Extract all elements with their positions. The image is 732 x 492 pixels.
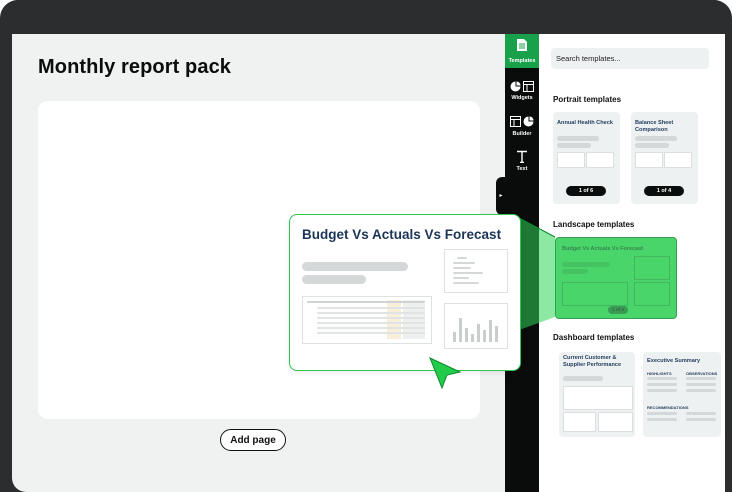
thumb-panel [586,152,614,168]
column [453,332,456,342]
placeholder-bar [647,418,677,421]
page-count-badge: 1 of 6 [566,186,606,196]
placeholder-bar [686,383,716,386]
table-icon [523,81,534,92]
preview-column-chart [444,303,508,349]
rail-label-text: Text [516,166,528,172]
placeholder-bar [302,275,366,284]
template-card-annual-health-check[interactable]: Annual Health Check 1 of 6 [553,112,620,204]
bar [457,257,467,259]
chevron-right-icon: ▸ [499,193,503,199]
column [495,326,498,342]
thumb-panel [635,152,663,168]
card-title: Current Customer & Supplier Performance [563,355,622,368]
column [477,324,480,342]
thumb-table [562,282,628,306]
placeholder-bar [686,389,716,392]
section-title-portrait: Portrait templates [553,95,622,104]
rail-item-widgets[interactable]: Widgets [505,79,539,113]
thumb-panel [557,152,585,168]
column [465,328,468,342]
placeholder-bar [647,377,677,380]
rail-label-templates: Templates [508,58,536,64]
section-title-dashboard: Dashboard templates [553,333,635,342]
column [459,318,462,342]
table-line [317,312,425,314]
page-count-badge: 1 of 3 [608,306,628,314]
top-bar [12,0,720,34]
section-label-recommendations: RECOMMENDATIONS [647,405,689,410]
thumb-panel [563,412,596,432]
placeholder-bar [647,389,677,392]
template-card-executive-summary[interactable]: Executive Summary HIGHLIGHTS OBSERVATION… [643,352,721,437]
placeholder-bar [557,136,599,141]
template-card-budget-vs-actuals-highlighted[interactable]: Budget Vs Actuals Vs Forecast 1 of 3 [555,237,677,319]
placeholder-bar [686,418,716,421]
thumb-table [563,386,633,410]
card-title: Balance Sheet Comparison [635,120,674,133]
table-line [307,301,425,303]
app-window: Monthly report pack Add page ▸ Templates… [0,0,732,492]
section-title-landscape: Landscape templates [553,220,635,229]
placeholder-bar [562,262,610,267]
page-count-badge: 1 of 4 [644,186,684,196]
pointer-cursor-icon [429,357,462,390]
text-icon [517,150,527,163]
table-line [317,317,425,319]
search-templates-input[interactable]: Search templates... [551,48,709,69]
template-card-customer-supplier-performance[interactable]: Current Customer & Supplier Performance [559,352,635,437]
table-line [317,322,425,324]
thumb-panel [598,412,633,432]
add-page-button[interactable]: Add page [220,429,286,451]
bar [453,277,469,279]
column [471,334,474,342]
rail-item-templates[interactable]: Templates [505,34,539,68]
rail-label-builder: Builder [512,131,532,137]
template-card-balance-sheet-comparison[interactable]: Balance Sheet Comparison 1 of 4 [631,112,698,204]
table-icon [510,116,521,127]
placeholder-bar [302,262,408,271]
bar [453,267,471,269]
placeholder-bar [562,269,588,274]
card-title: Budget Vs Actuals Vs Forecast [562,246,644,252]
page-title: Monthly report pack [38,56,232,78]
placeholder-bar [563,376,603,381]
placeholder-bar [686,377,716,380]
template-preview-popup: Budget Vs Actuals Vs Forecast [289,214,521,371]
rail-label-widgets: Widgets [511,95,533,101]
table-line [317,307,425,309]
column [483,330,486,342]
card-title: Annual Health Check [557,120,613,126]
document-icon [517,39,527,51]
placeholder-bar [647,412,677,415]
pie-chart-icon [510,81,521,92]
preview-table [302,296,432,344]
table-line [317,327,425,329]
section-label-observations: OBSERVATIONS [686,371,718,376]
placeholder-bar [557,143,591,148]
placeholder-bar [647,383,677,386]
section-label-highlights: HIGHLIGHTS [647,371,672,376]
rail-item-text[interactable]: Text [505,148,539,182]
column [489,320,492,342]
preview-title: Budget Vs Actuals Vs Forecast [302,227,502,242]
thumb-chart [634,282,670,306]
placeholder-bar [686,412,716,415]
bar [453,262,475,264]
placeholder-bar [635,143,669,148]
bar [453,272,483,274]
placeholder-bar [635,136,677,141]
table-line [317,332,425,334]
pie-chart-icon [523,116,534,127]
preview-bar-chart [444,249,508,293]
card-title: Executive Summary [647,358,701,364]
thumb-panel [664,152,692,168]
bar [453,282,479,284]
thumb-panel [634,256,670,280]
rail-item-builder[interactable]: Builder [505,114,539,148]
